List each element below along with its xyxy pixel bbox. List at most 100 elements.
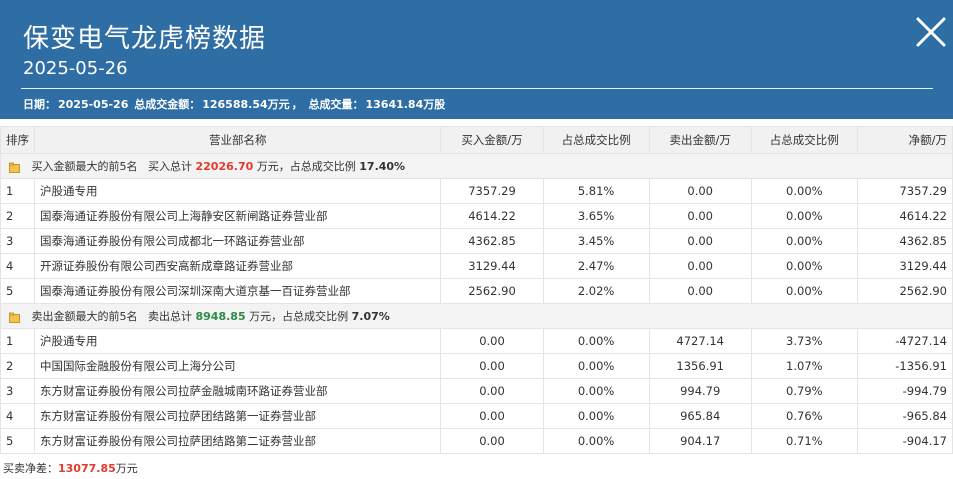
col-header-sell-amount: 卖出金额/万	[648, 126, 752, 154]
rank-cell: 5	[0, 278, 36, 304]
buy-ratio-cell: 5.81%	[542, 178, 650, 204]
rank-cell: 3	[0, 378, 36, 404]
branch-link[interactable]: 国泰海通证券股份有限公司深圳深南大道京基一百证券营业部	[34, 278, 442, 304]
buy-ratio-cell: 0.00%	[542, 378, 650, 404]
sell-total-label: 卖出总计	[148, 310, 192, 323]
sell-amount-cell: 0.00	[648, 203, 752, 229]
rank-cell: 4	[0, 403, 36, 429]
summary-date: 2025-05-26	[58, 98, 129, 111]
dialog-date: 2025-05-26	[23, 58, 128, 79]
sell-group-label: 卖出金额最大的前5名	[31, 310, 138, 323]
branch-link[interactable]: 开源证券股份有限公司西安高新成章路证券营业部	[34, 253, 442, 279]
sell-amount-cell: 0.00	[648, 278, 752, 304]
sell-ratio-cell: 3.73%	[750, 328, 858, 354]
sell-ratio-cell: 0.00%	[750, 203, 858, 229]
sell-total-value: 8948.85	[195, 310, 246, 323]
net-amount-cell: -1356.91	[856, 353, 953, 379]
net-difference-unit: 万元	[115, 462, 138, 475]
table-row: 3 国泰海通证券股份有限公司成都北一环路证券营业部 4362.85 3.45% …	[0, 228, 953, 254]
buy-total-unit: 万元，占总成交比例	[256, 160, 356, 173]
branch-link[interactable]: 东方财富证券股份有限公司拉萨团结路第二证券营业部	[34, 428, 442, 454]
buy-ratio-cell: 2.47%	[542, 253, 650, 279]
rank-cell: 5	[0, 428, 36, 454]
table-row: 3 东方财富证券股份有限公司拉萨金融城南环路证券营业部 0.00 0.00% 9…	[0, 378, 953, 404]
table-row: 5 东方财富证券股份有限公司拉萨团结路第二证券营业部 0.00 0.00% 90…	[0, 428, 953, 454]
buy-amount-cell: 0.00	[440, 428, 544, 454]
sell-total-unit: 万元，占总成交比例	[249, 310, 349, 323]
sell-group-row: 卖出金额最大的前5名 卖出总计 8948.85 万元，占总成交比例 7.07%	[0, 303, 953, 329]
buy-amount-cell: 3129.44	[440, 253, 544, 279]
branch-link[interactable]: 沪股通专用	[34, 178, 442, 204]
sell-amount-cell: 994.79	[648, 378, 752, 404]
rank-cell: 1	[0, 328, 36, 354]
dialog-header: 保变电气龙虎榜数据 2025-05-26 日期： 2025-05-26 总成交金额…	[0, 0, 953, 119]
net-amount-cell: 2562.90	[856, 278, 953, 304]
col-header-net: 净额/万	[856, 126, 953, 154]
buy-amount-cell: 2562.90	[440, 278, 544, 304]
close-button[interactable]	[913, 14, 949, 50]
net-difference-value: 13077.85	[58, 462, 116, 475]
table-row: 1 沪股通专用 0.00 0.00% 4727.14 3.73% -4727.1…	[0, 328, 953, 354]
sell-ratio-cell: 1.07%	[750, 353, 858, 379]
sell-amount-cell: 0.00	[648, 253, 752, 279]
branch-link[interactable]: 中国国际金融股份有限公司上海分公司	[34, 353, 442, 379]
branch-link[interactable]: 东方财富证券股份有限公司拉萨金融城南环路证券营业部	[34, 378, 442, 404]
sell-ratio-cell: 0.00%	[750, 178, 858, 204]
buy-amount-cell: 0.00	[440, 328, 544, 354]
buy-amount-cell: 4362.85	[440, 228, 544, 254]
dragon-tiger-table: 排序 营业部名称 买入金额/万 占总成交比例 卖出金额/万 占总成交比例 净额/…	[0, 126, 953, 454]
branch-link[interactable]: 国泰海通证券股份有限公司成都北一环路证券营业部	[34, 228, 442, 254]
buy-ratio-cell: 0.00%	[542, 353, 650, 379]
folder-icon	[9, 162, 20, 173]
table-header-row: 排序 营业部名称 买入金额/万 占总成交比例 卖出金额/万 占总成交比例 净额/…	[0, 126, 953, 154]
col-header-branch: 营业部名称	[34, 126, 442, 154]
net-difference-label: 买卖净差：	[3, 462, 58, 475]
sell-ratio-cell: 0.76%	[750, 403, 858, 429]
buy-total-label: 买入总计	[148, 160, 192, 173]
sell-ratio-cell: 0.71%	[750, 428, 858, 454]
rank-cell: 2	[0, 353, 36, 379]
rank-cell: 3	[0, 228, 36, 254]
sell-total-ratio: 7.07%	[351, 310, 390, 323]
col-header-sell-ratio: 占总成交比例	[750, 126, 858, 154]
buy-amount-cell: 0.00	[440, 403, 544, 429]
sell-ratio-cell: 0.00%	[750, 278, 858, 304]
table-row: 4 开源证券股份有限公司西安高新成章路证券营业部 3129.44 2.47% 0…	[0, 253, 953, 279]
table-row: 4 东方财富证券股份有限公司拉萨团结路第一证券营业部 0.00 0.00% 96…	[0, 403, 953, 429]
buy-ratio-cell: 3.65%	[542, 203, 650, 229]
buy-ratio-cell: 0.00%	[542, 403, 650, 429]
table-row: 1 沪股通专用 7357.29 5.81% 0.00 0.00% 7357.29	[0, 178, 953, 204]
table-row: 5 国泰海通证券股份有限公司深圳深南大道京基一百证券营业部 2562.90 2.…	[0, 278, 953, 304]
branch-link[interactable]: 沪股通专用	[34, 328, 442, 354]
buy-amount-cell: 0.00	[440, 353, 544, 379]
buy-group-row: 买入金额最大的前5名 买入总计 22026.70 万元，占总成交比例 17.40…	[0, 153, 953, 179]
buy-group-label: 买入金额最大的前5名	[31, 160, 138, 173]
buy-total-value: 22026.70	[195, 160, 254, 173]
buy-amount-cell: 7357.29	[440, 178, 544, 204]
net-amount-cell: 3129.44	[856, 253, 953, 279]
rank-cell: 1	[0, 178, 36, 204]
table-row: 2 中国国际金融股份有限公司上海分公司 0.00 0.00% 1356.91 1…	[0, 353, 953, 379]
sell-ratio-cell: 0.00%	[750, 253, 858, 279]
sell-amount-cell: 0.00	[648, 178, 752, 204]
buy-ratio-cell: 2.02%	[542, 278, 650, 304]
sell-ratio-cell: 0.00%	[750, 228, 858, 254]
summary-date-label: 日期：	[23, 98, 56, 111]
sell-amount-cell: 4727.14	[648, 328, 752, 354]
rank-cell: 2	[0, 203, 36, 229]
net-amount-cell: 4362.85	[856, 228, 953, 254]
net-amount-cell: -904.17	[856, 428, 953, 454]
buy-ratio-cell: 3.45%	[542, 228, 650, 254]
buy-ratio-cell: 0.00%	[542, 328, 650, 354]
summary-amount-label: 总成交金额：	[134, 98, 201, 111]
col-header-buy-amount: 买入金额/万	[440, 126, 544, 154]
summary-amount: 126588.54万元	[202, 98, 290, 111]
net-amount-cell: -4727.14	[856, 328, 953, 354]
branch-link[interactable]: 国泰海通证券股份有限公司上海静安区新闸路证券营业部	[34, 203, 442, 229]
rank-cell: 4	[0, 253, 36, 279]
trade-summary: 日期： 2025-05-26 总成交金额： 126588.54万元， 总成交量： 13…	[23, 98, 446, 111]
dialog-title: 保变电气龙虎榜数据	[23, 24, 267, 54]
net-amount-cell: -994.79	[856, 378, 953, 404]
sell-amount-cell: 1356.91	[648, 353, 752, 379]
branch-link[interactable]: 东方财富证券股份有限公司拉萨团结路第一证券营业部	[34, 403, 442, 429]
